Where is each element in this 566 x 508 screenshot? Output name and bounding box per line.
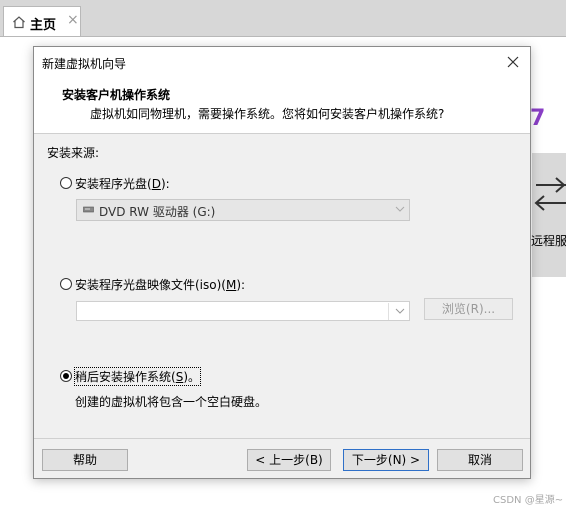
remote-server-card[interactable] bbox=[532, 153, 566, 277]
disc-drive-value: DVD RW 驱动器 (G:) bbox=[99, 205, 216, 219]
home-icon bbox=[13, 16, 25, 29]
install-source-label: 安装来源: bbox=[47, 146, 100, 160]
footer-divider bbox=[34, 438, 530, 439]
dialog-title: 新建虚拟机向导 bbox=[42, 57, 127, 71]
radio-installer-disc[interactable] bbox=[60, 177, 72, 189]
tab-title: 主页 bbox=[30, 18, 57, 33]
help-button[interactable]: 帮助 bbox=[42, 449, 128, 471]
back-button[interactable]: < 上一步(B) bbox=[247, 449, 331, 471]
transfer-arrows-icon bbox=[534, 177, 566, 211]
tab-home[interactable]: 主页 × bbox=[3, 6, 81, 36]
iso-path-combobox[interactable] bbox=[76, 301, 410, 321]
product-logo-text: 7 bbox=[530, 106, 546, 131]
radio-installer-disc-label[interactable]: 安装程序光盘(D): bbox=[75, 175, 170, 192]
radio-iso-image[interactable] bbox=[60, 278, 72, 290]
tab-bar: 主页 × bbox=[0, 0, 566, 37]
cancel-button[interactable]: 取消 bbox=[437, 449, 523, 471]
install-later-description: 创建的虚拟机将包含一个空白硬盘。 bbox=[75, 395, 268, 409]
browse-button[interactable]: 浏览(R)... bbox=[424, 298, 513, 320]
remote-server-label: 远程服 bbox=[531, 234, 566, 248]
page-title: 安装客户机操作系统 bbox=[62, 88, 171, 102]
close-icon[interactable] bbox=[504, 53, 522, 71]
page-subtitle: 虚拟机如同物理机，需要操作系统。您将如何安装客户机操作系统? bbox=[90, 107, 445, 121]
disc-drive-select[interactable]: DVD RW 驱动器 (G:) bbox=[76, 199, 410, 221]
next-button[interactable]: 下一步(N) > bbox=[343, 449, 429, 471]
chevron-down-icon bbox=[395, 308, 405, 314]
radio-iso-image-label[interactable]: 安装程序光盘映像文件(iso)(M): bbox=[75, 276, 245, 293]
tab-close-button[interactable]: × bbox=[67, 12, 79, 28]
dialog-titlebar: 新建虚拟机向导 bbox=[34, 47, 530, 77]
watermark: CSDN @星源~ bbox=[493, 495, 564, 506]
combo-divider bbox=[388, 303, 389, 320]
new-vm-wizard-dialog: 新建虚拟机向导 安装客户机操作系统 虚拟机如同物理机，需要操作系统。您将如何安装… bbox=[33, 46, 531, 479]
radio-install-later[interactable] bbox=[60, 370, 72, 382]
chevron-down-icon bbox=[395, 206, 405, 212]
radio-install-later-label[interactable]: 稍后安装操作系统(S)。 bbox=[74, 367, 201, 386]
dvd-drive-icon bbox=[83, 206, 94, 213]
wizard-header: 安装客户机操作系统 虚拟机如同物理机，需要操作系统。您将如何安装客户机操作系统? bbox=[34, 77, 530, 134]
